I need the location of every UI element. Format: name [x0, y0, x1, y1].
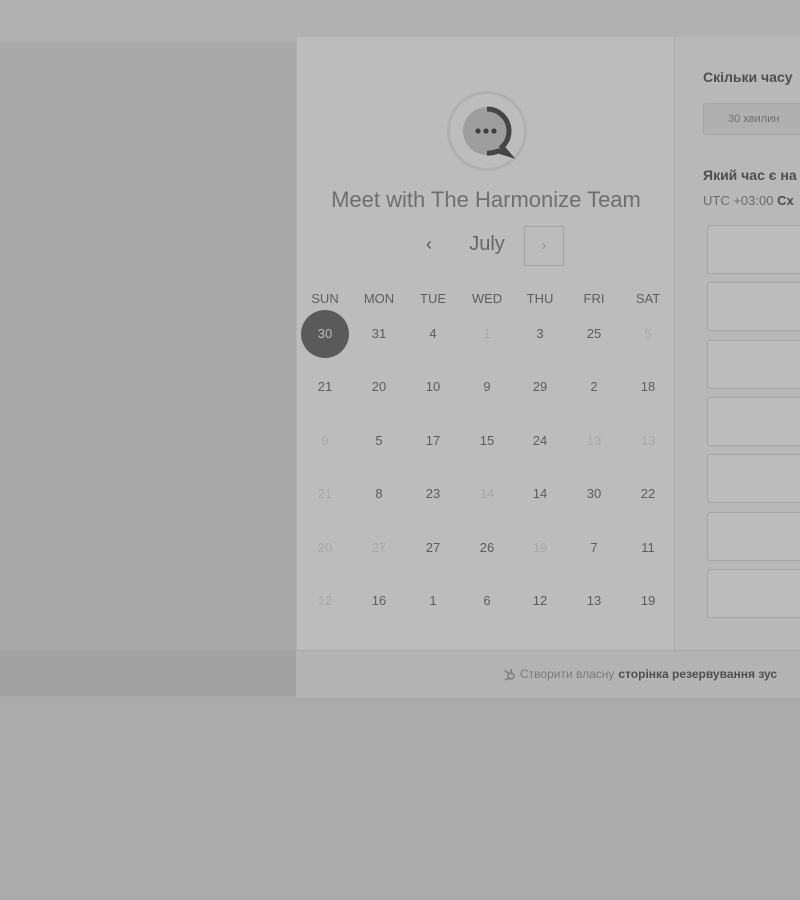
calendar-day[interactable]: 26 [463, 524, 511, 572]
calendar-day[interactable]: 1 [409, 577, 457, 625]
time-slot-button[interactable] [707, 225, 800, 274]
month-navigation: ‹ July › [297, 225, 675, 266]
calendar-panel: Meet with The Harmonize Team ‹ July › SU… [296, 37, 674, 650]
time-slot-button[interactable] [707, 396, 800, 446]
calendar-day[interactable]: 16 [355, 577, 403, 625]
calendar-day: 1 [483, 326, 491, 341]
calendar-day[interactable]: 14 [516, 470, 564, 518]
next-month-button[interactable]: › [524, 226, 564, 266]
calendar-day: 12 [317, 593, 333, 608]
time-slot-button[interactable] [707, 282, 800, 332]
calendar-day[interactable]: 9 [463, 363, 511, 411]
calendar-day[interactable]: 7 [570, 524, 618, 572]
weekday-sun: SUN [311, 291, 339, 306]
footer-link[interactable]: сторінка резервування зус [618, 667, 777, 681]
page-header-band [0, 0, 800, 42]
timezone-name[interactable]: Сх [777, 193, 794, 208]
time-selection-panel: Скільки часу 30 хвилин Який час є на UTC… [674, 37, 800, 650]
calendar-day[interactable]: 19 [624, 577, 672, 625]
calendar-day: 13 [640, 433, 656, 448]
weekday-thu: THU [526, 291, 554, 306]
weekday-mon: MON [363, 291, 395, 306]
calendar-day[interactable]: 20 [355, 363, 403, 411]
duration-heading: Скільки часу [703, 69, 793, 85]
calendar-day: 5 [644, 326, 652, 341]
hubspot-sprocket-icon [504, 669, 515, 681]
avatar [447, 91, 527, 171]
calendar-day: 21 [317, 486, 333, 501]
calendar-day[interactable]: 4 [409, 310, 457, 358]
calendar-day[interactable]: 21 [301, 363, 349, 411]
calendar-day[interactable]: 13 [570, 577, 618, 625]
calendar-day: 19 [532, 540, 548, 555]
calendar-day[interactable]: 17 [409, 417, 457, 465]
footer: Створити власну сторінка резервування зу… [296, 650, 800, 698]
meeting-title: Meet with The Harmonize Team [331, 187, 641, 212]
calendar-day[interactable]: 29 [516, 363, 564, 411]
calendar-day: 20 [317, 540, 333, 555]
calendar-day: 13 [586, 433, 602, 448]
calendar-day[interactable]: 30 [570, 470, 618, 518]
weekday-fri: FRI [583, 291, 605, 306]
calendar-day[interactable]: 22 [624, 470, 672, 518]
duration-option-button[interactable]: 30 хвилин [703, 103, 800, 135]
calendar-day[interactable]: 12 [516, 577, 564, 625]
calendar-day[interactable]: 27 [409, 524, 457, 572]
calendar-day[interactable]: 23 [409, 470, 457, 518]
time-heading: Який час є на [703, 167, 797, 183]
timezone-label: UTC +03:00 Сх [703, 193, 794, 208]
calendar-day[interactable]: 3 [516, 310, 564, 358]
meeting-booking-widget: Meet with The Harmonize Team ‹ July › SU… [296, 37, 800, 698]
calendar-day[interactable]: 24 [516, 417, 564, 465]
calendar-day[interactable]: 18 [624, 363, 672, 411]
time-slot-button[interactable] [707, 568, 800, 618]
calendar-day[interactable]: 11 [624, 524, 672, 572]
month-label: July [469, 233, 505, 255]
previous-month-button[interactable]: ‹ [416, 231, 442, 257]
calendar-day: 9 [321, 433, 329, 448]
weekday-wed: WED [471, 291, 503, 306]
time-slot-button[interactable] [707, 454, 800, 504]
page-shadow [0, 650, 296, 696]
chat-bubble-icon [463, 106, 516, 159]
selected-day[interactable]: 30 [301, 310, 349, 358]
calendar-day[interactable]: 25 [570, 310, 618, 358]
weekday-sat: SAT [635, 291, 661, 306]
calendar-day[interactable]: 31 [355, 310, 403, 358]
time-slot-button[interactable] [707, 511, 800, 561]
timezone-offset: UTC +03:00 [703, 193, 774, 208]
calendar-day[interactable]: 10 [409, 363, 457, 411]
calendar-day: 14 [479, 486, 495, 501]
calendar-day: 27 [371, 540, 387, 555]
calendar-day[interactable]: 5 [355, 417, 403, 465]
calendar-day[interactable]: 6 [463, 577, 511, 625]
calendar-day[interactable]: 2 [570, 363, 618, 411]
footer-text: Створити власну [520, 667, 615, 681]
calendar-day[interactable]: 15 [463, 417, 511, 465]
time-slot-button[interactable] [707, 339, 800, 389]
calendar-day[interactable]: 8 [355, 470, 403, 518]
weekday-tue: TUE [420, 291, 446, 306]
weekday-header: SUN MON TUE WED THU FRI SAT [297, 291, 675, 309]
